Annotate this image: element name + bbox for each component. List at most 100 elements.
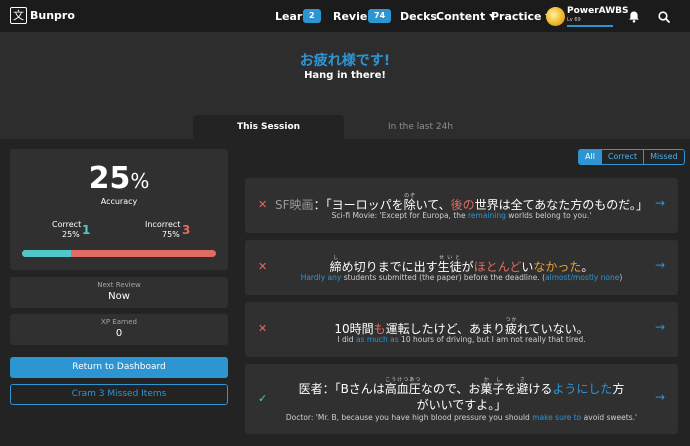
sentence-segment: め切りまでに出す bbox=[341, 260, 438, 274]
sentence-segment: remaining bbox=[468, 211, 506, 220]
item-sentence-jp: SF映画：「ヨーロッパを除のぞいて、後の世界は全てあなた方のものだ。」 bbox=[275, 193, 648, 213]
xp-earned-card: XP Earned 0 bbox=[10, 314, 228, 345]
logo-icon[interactable]: 文 bbox=[10, 7, 27, 24]
nav-practice-label: Practice bbox=[491, 10, 542, 23]
sentence-segment: SF映画 bbox=[275, 198, 314, 212]
sentence-segment: れていない。 bbox=[517, 322, 589, 336]
sentence-segment: 。 bbox=[581, 260, 594, 274]
user-level: Lv 69 bbox=[567, 17, 581, 23]
sentence-segment: 後の bbox=[450, 198, 475, 212]
sentence-segment: 避さ bbox=[516, 377, 529, 396]
correct-check-icon: ✓ bbox=[258, 392, 268, 405]
incorrect-count: 3 bbox=[182, 223, 191, 237]
sentence-segment: も bbox=[373, 322, 386, 336]
accuracy-card: 25% Accuracy Correct 25% 1 Incorrect 75%… bbox=[10, 149, 228, 270]
sentence-segment: ようにした bbox=[552, 382, 613, 396]
sentence-segment: as much as bbox=[355, 335, 399, 344]
next-review-value: Now bbox=[108, 291, 130, 302]
sentence-segment: Sci-fi Movie: 'Except for Europa, the bbox=[331, 211, 469, 220]
return-to-dashboard-button[interactable]: Return to Dashboard bbox=[10, 357, 228, 378]
sentence-segment: almost/mostly none bbox=[545, 273, 620, 282]
sentence-segment: I did bbox=[337, 335, 356, 344]
incorrect-mark-icon: ✕ bbox=[258, 198, 268, 211]
xp-earned-label: XP Earned bbox=[101, 318, 137, 326]
arrow-right-icon[interactable]: → bbox=[655, 390, 665, 404]
logo-glyph: 文 bbox=[13, 9, 24, 22]
nav-decks[interactable]: Decks bbox=[400, 10, 437, 23]
nav-practice[interactable]: Practice bbox=[491, 10, 552, 23]
page-subtitle: Hang in there! bbox=[304, 70, 386, 81]
sentence-segment: Doctor: 'Mr. B, because you have high bl… bbox=[285, 413, 533, 422]
sentence-segment: Hardly any bbox=[300, 273, 342, 282]
item-sentence-jp: 10時間も運転したけど、あまり疲つかれていない。 bbox=[275, 317, 648, 337]
arrow-right-icon[interactable]: → bbox=[655, 320, 665, 334]
sentence-segment: avoid sweets.' bbox=[581, 413, 638, 422]
review-count-badge[interactable]: 74 bbox=[368, 9, 392, 23]
sentence-segment: 運転したけど、あまり bbox=[385, 322, 506, 336]
xp-progress-fill bbox=[567, 25, 613, 27]
correct-count: 1 bbox=[82, 223, 91, 237]
session-summary-header: お疲れ様です! Hang in there! This Session In t… bbox=[0, 33, 690, 139]
filter-missed[interactable]: Missed bbox=[644, 149, 685, 165]
sentence-segment: 除のぞ bbox=[403, 193, 416, 212]
learn-count-badge[interactable]: 2 bbox=[303, 9, 321, 23]
item-sentence-jp: 締しめ切りまでに出す生徒せいとがほとんどいなかった。 bbox=[275, 255, 648, 275]
review-item[interactable]: ✕ 締しめ切りまでに出す生徒せいとがほとんどいなかった。 Hardly any … bbox=[245, 240, 678, 295]
tab-last-24h[interactable]: In the last 24h bbox=[345, 115, 496, 139]
sentence-segment: ほとんど bbox=[473, 260, 522, 274]
filter-correct[interactable]: Correct bbox=[601, 149, 645, 165]
xp-earned-value: 0 bbox=[115, 328, 123, 339]
sentence-segment: 菓子かし bbox=[480, 377, 505, 396]
incorrect-mark-icon: ✕ bbox=[258, 322, 268, 335]
sentence-segment: ける bbox=[528, 382, 553, 396]
accuracy-ratio-bar bbox=[22, 250, 216, 257]
item-sentence-en: I did as much as 10 hours of driving, bu… bbox=[275, 335, 648, 344]
review-item[interactable]: ✕ SF映画：「ヨーロッパを除のぞいて、後の世界は全てあなた方のものだ。」 Sc… bbox=[245, 178, 678, 233]
sentence-segment: 締し bbox=[329, 255, 342, 274]
filter-group: All Correct Missed bbox=[578, 149, 685, 165]
next-review-card: Next Review Now bbox=[10, 277, 228, 308]
xp-progress-bar bbox=[567, 25, 613, 27]
accuracy-number: 25 bbox=[88, 161, 131, 196]
sentence-segment: ) bbox=[619, 273, 623, 282]
incorrect-label: Incorrect bbox=[145, 220, 181, 229]
sentence-segment: 10時間 bbox=[334, 322, 374, 336]
sentence-segment: を bbox=[504, 382, 517, 396]
username[interactable]: PowerAWBS bbox=[567, 6, 628, 16]
search-icon[interactable] bbox=[657, 10, 671, 24]
arrow-right-icon[interactable]: → bbox=[655, 258, 665, 272]
sentence-segment: い bbox=[521, 260, 534, 274]
bell-icon[interactable] bbox=[627, 10, 641, 24]
sentence-segment: いて、 bbox=[415, 198, 451, 212]
arrow-right-icon[interactable]: → bbox=[655, 196, 665, 210]
item-sentence-en: Doctor: 'Mr. B, because you have high bl… bbox=[275, 413, 648, 422]
incorrect-percent: 75% bbox=[162, 230, 180, 239]
cram-missed-button[interactable]: Cram 3 Missed Items bbox=[10, 384, 228, 405]
top-nav: 文 Bunpro Learn 2 Review 74 Decks Content… bbox=[0, 0, 690, 33]
avatar[interactable] bbox=[546, 7, 565, 26]
sentence-segment: 疲つか bbox=[505, 317, 518, 336]
accuracy-value: 25% bbox=[10, 161, 228, 196]
correct-label: Correct bbox=[52, 220, 82, 229]
tab-this-session[interactable]: This Session bbox=[193, 115, 344, 139]
item-sentence-en: Hardly any students submitted (the paper… bbox=[275, 273, 648, 282]
item-sentence-jp: 医者：「Bさんは高血圧こうけつあつなので、お菓子かしを避さけるようにした方がいい… bbox=[295, 377, 628, 413]
brand-name[interactable]: Bunpro bbox=[30, 9, 75, 22]
sentence-segment: worlds belong to you.' bbox=[505, 211, 592, 220]
correct-percent: 25% bbox=[62, 230, 80, 239]
incorrect-mark-icon: ✕ bbox=[258, 260, 268, 273]
sentence-segment: 生徒せいと bbox=[437, 255, 462, 274]
sentence-segment: なので、お bbox=[420, 382, 481, 396]
filter-all[interactable]: All bbox=[578, 149, 602, 165]
sentence-segment: make sure to bbox=[532, 413, 582, 422]
page-title: お疲れ様です! bbox=[299, 53, 391, 69]
sentence-segment: ：「ヨーロッパを bbox=[313, 198, 404, 212]
sentence-segment: が bbox=[461, 260, 474, 274]
nav-content[interactable]: Content bbox=[436, 10, 496, 23]
accuracy-label: Accuracy bbox=[100, 197, 138, 206]
accuracy-ratio-fill bbox=[22, 250, 71, 257]
accuracy-unit: % bbox=[130, 169, 150, 193]
review-item[interactable]: ✓ 医者：「Bさんは高血圧こうけつあつなので、お菓子かしを避さけるようにした方が… bbox=[245, 364, 678, 434]
review-item[interactable]: ✕ 10時間も運転したけど、あまり疲つかれていない。 I did as much… bbox=[245, 302, 678, 357]
sentence-segment: 医者：「Bさんは bbox=[298, 382, 385, 396]
